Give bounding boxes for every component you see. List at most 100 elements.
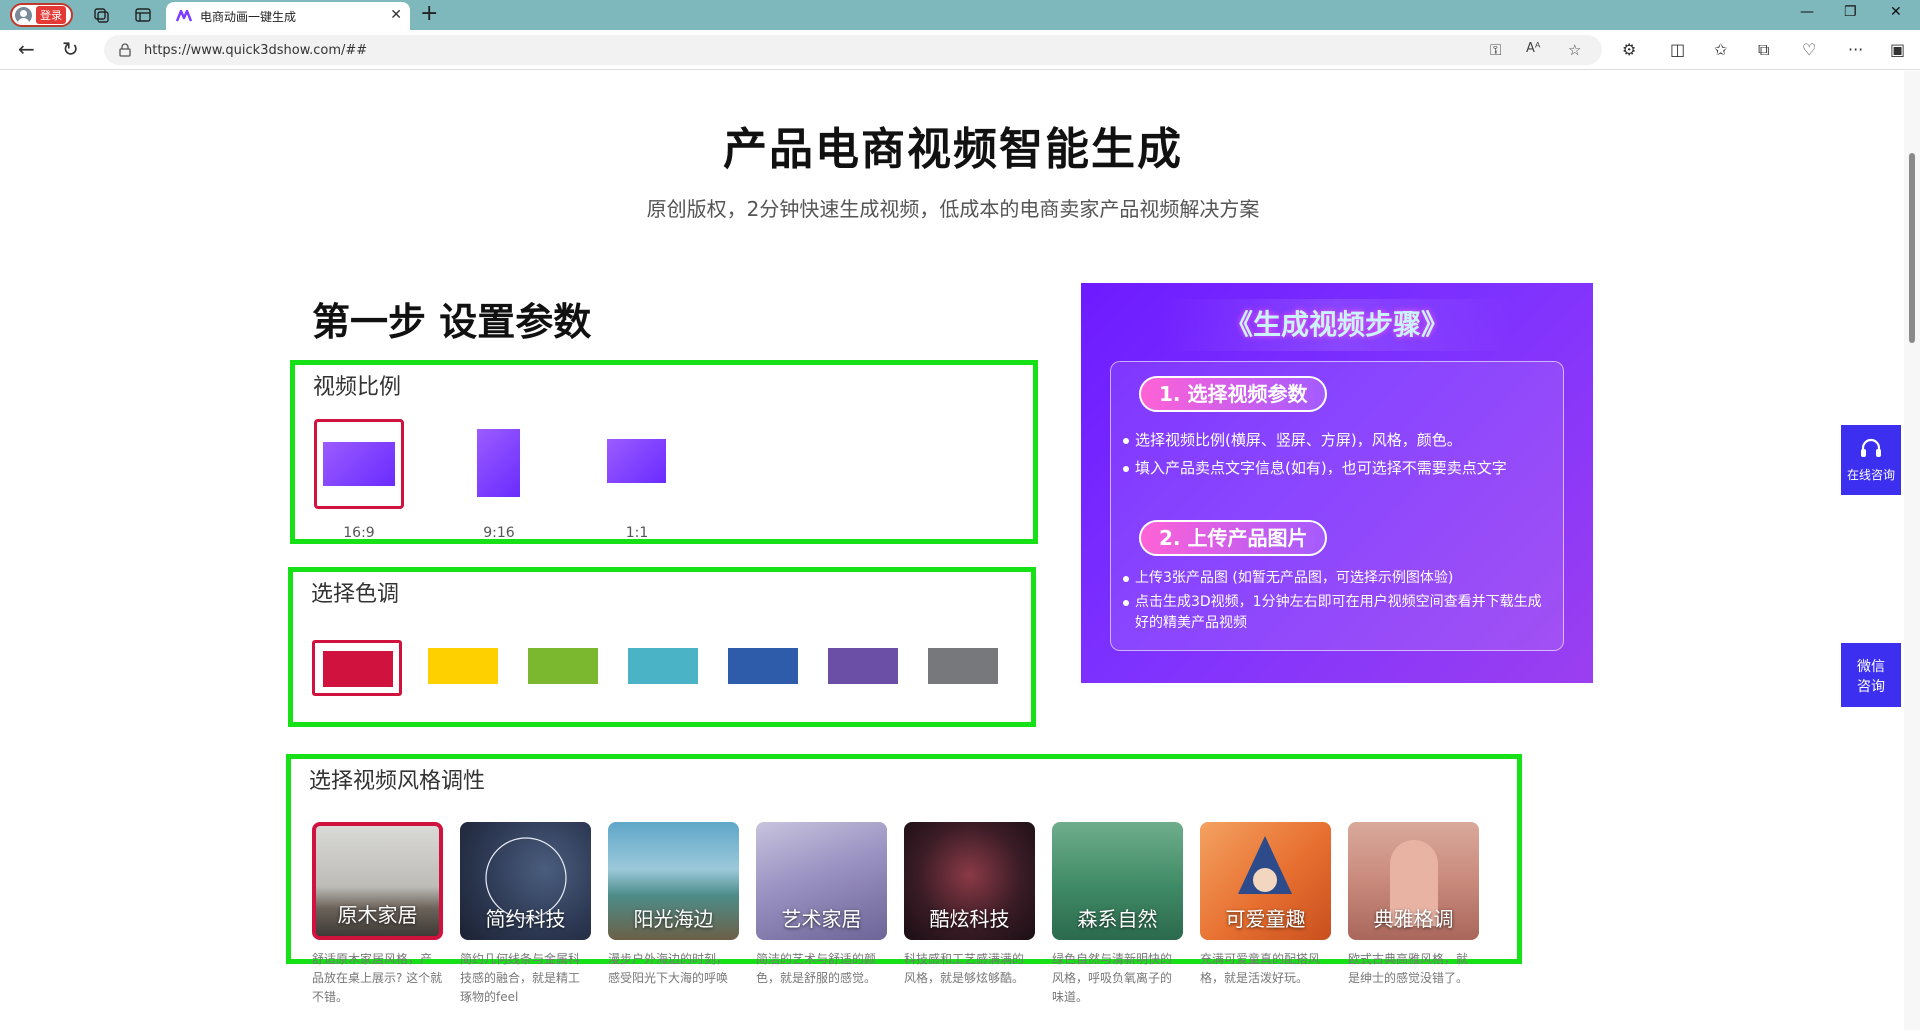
banner-step2-item: 上传3张产品图 (如暂无产品图，可选择示例图体验) xyxy=(1123,568,1553,589)
ratio-option-1-1[interactable] xyxy=(592,419,682,509)
ratio-shape-square xyxy=(607,439,666,483)
style-thumbnail: 酷炫科技 xyxy=(904,822,1035,940)
user-avatar-icon xyxy=(15,6,32,24)
banner-heading: 《生成视频步骤》 xyxy=(1161,299,1513,351)
back-icon[interactable]: ← xyxy=(18,39,35,59)
star-icon[interactable]: ☆ xyxy=(1568,41,1581,59)
split-screen-icon[interactable]: ◫ xyxy=(1670,40,1685,59)
ratio-shape-portrait xyxy=(477,429,520,497)
style-desc: 绿色自然与清新明快的风格，呼吸负氧离子的味道。 xyxy=(1052,952,1173,1004)
tone-swatch-blue[interactable] xyxy=(728,648,798,684)
read-aloud-icon[interactable]: Aᴬ xyxy=(1526,41,1541,56)
ratio-shape-landscape xyxy=(323,442,395,486)
banner-step2-pill: 2. 上传产品图片 xyxy=(1139,520,1328,556)
page-subtitle: 原创版权，2分钟快速生成视频，低成本的电商卖家产品视频解决方案 xyxy=(646,197,1260,221)
page-title: 产品电商视频智能生成 xyxy=(723,124,1183,175)
url-input[interactable]: https://www.quick3dshow.com/## ⚿ Aᴬ ☆ xyxy=(104,35,1602,65)
restore-button[interactable]: ❐ xyxy=(1844,4,1857,20)
wechat-consult-label: 微信咨询 xyxy=(1857,659,1885,695)
browser-tab-bar: 登录 电商动画一键生成 ✕ + — ❐ ✕ xyxy=(0,0,1920,30)
style-desc: 简约几何线条与金属科技感的融合，就是精工琢物的feel xyxy=(460,952,581,1004)
online-consult-button[interactable]: 在线咨询 xyxy=(1841,425,1901,495)
browser-address-bar: ← ↻ https://www.quick3dshow.com/## ⚿ Aᴬ … xyxy=(0,30,1920,70)
close-window-button[interactable]: ✕ xyxy=(1890,4,1902,20)
style-name: 森系自然 xyxy=(1077,907,1158,931)
wechat-consult-button[interactable]: 微信咨询 xyxy=(1841,643,1901,707)
tone-swatch-red[interactable] xyxy=(312,640,402,696)
style-desc: 简洁的艺术与舒适的颜色，就是舒服的感觉。 xyxy=(756,952,877,985)
banner-step1-item: 填入产品卖点文字信息(如有)，也可选择不需要卖点文字 xyxy=(1123,458,1553,479)
ratio-label: 视频比例 xyxy=(313,375,402,400)
key-icon[interactable]: ⚿ xyxy=(1490,41,1501,59)
minimize-button[interactable]: — xyxy=(1800,4,1814,20)
banner-steps-box: 1. 选择视频参数 选择视频比例(横屏、竖屏、方屏)，风格，颜色。 填入产品卖点… xyxy=(1110,361,1564,651)
style-name: 艺术家居 xyxy=(781,907,862,931)
style-desc: 欧式古典高雅风格，就是绅士的感觉没错了。 xyxy=(1348,952,1469,985)
page-content: 产品电商视频智能生成 原创版权，2分钟快速生成视频，低成本的电商卖家产品视频解决… xyxy=(0,71,1920,1030)
style-desc: 科技感和工艺感满满的风格，就是够炫够酷。 xyxy=(904,952,1025,985)
more-icon[interactable]: ··· xyxy=(1848,40,1863,59)
style-card-cute-kids[interactable]: 可爱童趣 充满可爱童真的配搭风格，就是活泼好玩。 xyxy=(1200,822,1331,988)
style-thumbnail: 原木家居 xyxy=(312,822,443,940)
profile-login-button[interactable]: 登录 xyxy=(10,3,73,27)
style-name: 典雅格调 xyxy=(1373,907,1454,931)
tone-swatch-cyan[interactable] xyxy=(628,648,698,684)
style-card-cool-tech[interactable]: 酷炫科技 科技感和工艺感满满的风格，就是够炫够酷。 xyxy=(904,822,1035,988)
style-card-forest-nature[interactable]: 森系自然 绿色自然与清新明快的风格，呼吸负氧离子的味道。 xyxy=(1052,822,1183,1007)
style-card-sunny-beach[interactable]: 阳光海边 漫步户外海边的时刻，感受阳光下大海的呼唤 xyxy=(608,822,739,988)
active-tab[interactable]: 电商动画一键生成 ✕ xyxy=(166,2,410,30)
refresh-icon[interactable]: ↻ xyxy=(62,39,79,59)
close-icon[interactable]: ✕ xyxy=(390,7,402,23)
style-desc: 漫步户外海边的时刻，感受阳光下大海的呼唤 xyxy=(608,952,729,985)
ratio-option-16-9[interactable] xyxy=(314,419,404,509)
style-card-art-home[interactable]: 艺术家居 简洁的艺术与舒适的颜色，就是舒服的感觉。 xyxy=(756,822,887,988)
style-thumbnail: 可爱童趣 xyxy=(1200,822,1331,940)
steps-banner: 《生成视频步骤》 1. 选择视频参数 选择视频比例(横屏、竖屏、方屏)，风格，颜… xyxy=(1081,283,1593,683)
workspaces-icon[interactable] xyxy=(92,6,110,24)
sidebar-icon[interactable]: ▣ xyxy=(1890,40,1905,59)
tone-swatch-purple[interactable] xyxy=(828,648,898,684)
page-scrollbar[interactable] xyxy=(1904,71,1920,1030)
performance-icon[interactable]: ♡ xyxy=(1802,40,1816,59)
favorites-icon[interactable]: ✩ xyxy=(1714,40,1727,59)
style-thumbnail: 森系自然 xyxy=(1052,822,1183,940)
plus-icon[interactable]: + xyxy=(420,2,438,26)
tone-swatch-yellow[interactable] xyxy=(428,648,498,684)
style-card-wood-home[interactable]: 原木家居 舒适原木家居风格，产品放在桌上展示? 这个就不错。 xyxy=(312,822,443,1007)
style-thumbnail: 阳光海边 xyxy=(608,822,739,940)
tone-swatch-green[interactable] xyxy=(528,648,598,684)
style-name: 可爱童趣 xyxy=(1225,907,1306,931)
style-desc: 充满可爱童真的配搭风格，就是活泼好玩。 xyxy=(1200,952,1321,985)
ratio-panel: 视频比例 16:9 9:16 1:1 xyxy=(290,360,1038,544)
ratio-option-9-16[interactable] xyxy=(454,419,544,509)
banner-step2-item: 点击生成3D视频，1分钟左右即可在用户视频空间查看并下载生成好的精美产品视频 xyxy=(1123,592,1553,634)
app-logo-icon xyxy=(176,9,192,22)
ratio-option-label: 9:16 xyxy=(483,525,515,541)
scroll-thumb[interactable] xyxy=(1909,153,1915,343)
tone-panel: 选择色调 xyxy=(288,567,1036,727)
kids-decoration xyxy=(1238,836,1292,894)
extensions-icon[interactable]: ⚙ xyxy=(1622,40,1636,59)
collections-icon[interactable]: ⧉ xyxy=(1758,40,1769,60)
tab-title: 电商动画一键生成 xyxy=(200,9,297,24)
style-label: 选择视频风格调性 xyxy=(309,769,486,794)
ratio-option-label: 1:1 xyxy=(625,525,649,541)
style-desc: 舒适原木家居风格，产品放在桌上展示? 这个就不错。 xyxy=(312,952,443,1004)
step-title: 第一步 设置参数 xyxy=(312,300,592,344)
banner-step1-pill: 1. 选择视频参数 xyxy=(1139,376,1328,412)
style-card-simple-tech[interactable]: 简约科技 简约几何线条与金属科技感的融合，就是精工琢物的feel xyxy=(460,822,591,1007)
online-consult-label: 在线咨询 xyxy=(1846,468,1895,482)
style-name: 阳光海边 xyxy=(633,907,714,931)
style-name: 酷炫科技 xyxy=(929,907,1010,931)
tab-actions-icon[interactable] xyxy=(134,6,152,24)
tone-label: 选择色调 xyxy=(311,582,400,607)
style-name: 简约科技 xyxy=(485,907,566,931)
tone-swatch-gray[interactable] xyxy=(928,648,998,684)
swatch-fill xyxy=(323,651,393,687)
style-card-elegant[interactable]: 典雅格调 欧式古典高雅风格，就是绅士的感觉没错了。 xyxy=(1348,822,1479,988)
headset-icon xyxy=(1861,438,1881,457)
banner-step1-item: 选择视频比例(横屏、竖屏、方屏)，风格，颜色。 xyxy=(1123,430,1553,451)
style-thumbnail: 简约科技 xyxy=(460,822,591,940)
ratio-option-label: 16:9 xyxy=(343,525,375,541)
info-icon[interactable] xyxy=(118,43,132,57)
